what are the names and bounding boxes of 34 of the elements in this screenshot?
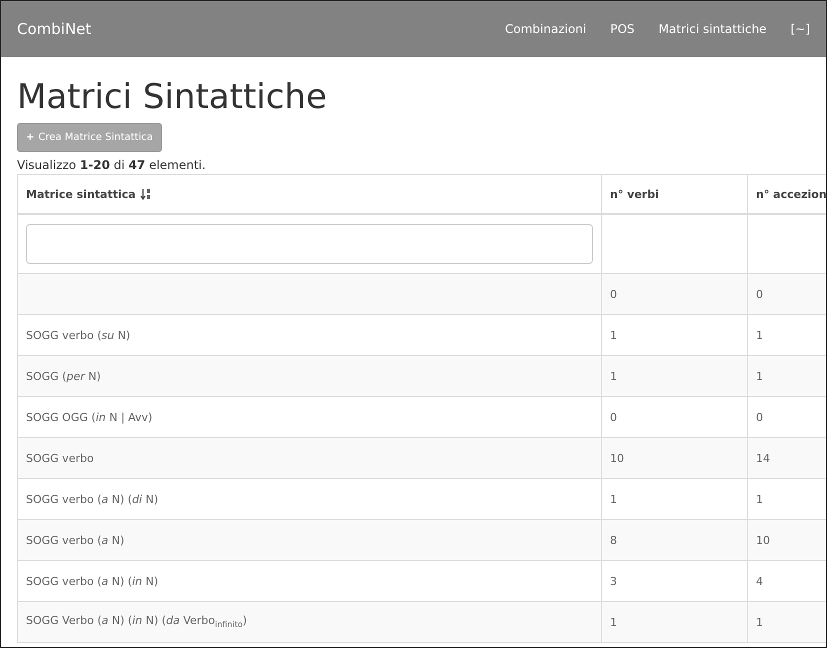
summary-text: Visualizzo 1-20 di 47 elementi.: [17, 158, 207, 172]
page-title: Matrici Sintattiche: [17, 77, 328, 117]
sort-icon: [140, 188, 151, 200]
nav-link[interactable]: Combinazioni: [505, 22, 586, 36]
nav-link[interactable]: Matrici sintattiche: [658, 22, 767, 36]
column-header[interactable]: Matrice sintattica: [18, 175, 602, 215]
create-button[interactable]: + Crea Matrice Sintattica: [17, 123, 162, 152]
table-cell: SOGG verbo (su N): [18, 315, 602, 356]
filter-field[interactable]: [26, 224, 593, 264]
table-cell: 3: [602, 561, 748, 602]
table-cell: SOGG Verbo (a N) (in N) (da Verbo$_{infinito}$): [18, 602, 602, 643]
table-cell: 8: [602, 520, 748, 561]
brand-name[interactable]: CombiNet: [17, 20, 482, 38]
table-cell: 1: [748, 356, 826, 397]
table-cell: SOGG OGG (in N | Avv): [18, 397, 602, 438]
table-cell: 0: [602, 397, 748, 438]
table-cell: SOGG verbo (a N) (in N): [18, 561, 602, 602]
table-cell: 1: [602, 315, 748, 356]
column-header: n° verbi: [602, 175, 748, 215]
table-cell: 0: [748, 274, 826, 315]
table-cell: 1: [602, 479, 748, 520]
table-cell: SOGG verbo (a N): [18, 520, 602, 561]
table-cell: SOGG (per N): [18, 356, 602, 397]
table-cell: 1: [602, 356, 748, 397]
table-cell: 1: [748, 602, 826, 643]
nav-link[interactable]: POS: [610, 22, 635, 36]
table-cell: 14: [748, 438, 826, 479]
table-cell: 0: [602, 274, 748, 315]
table-cell: 10: [748, 520, 826, 561]
nav-link[interactable]: [~]: [790, 22, 810, 36]
table-cell: 1: [602, 602, 748, 643]
table-cell: SOGG verbo: [18, 438, 602, 479]
table-cell: 10: [602, 438, 748, 479]
table-cell: SOGG verbo (a N) (di N): [18, 479, 602, 520]
